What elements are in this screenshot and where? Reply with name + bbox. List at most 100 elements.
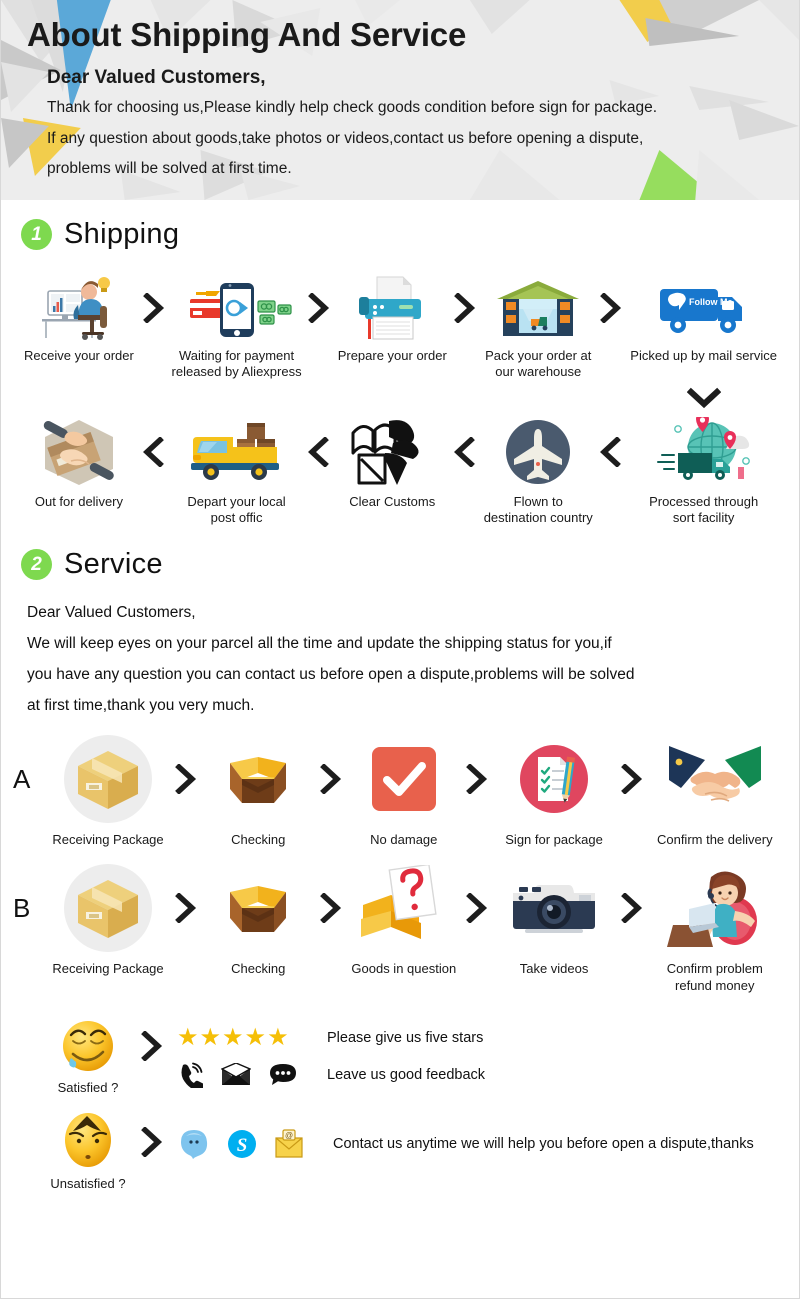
speech-bubble-icon[interactable] bbox=[269, 1063, 297, 1087]
flow-step-b-checking: Checking bbox=[197, 862, 321, 977]
messenger-icon[interactable] bbox=[177, 1127, 211, 1161]
yellow-truck-boxes-icon bbox=[187, 417, 287, 487]
flow-step-b-receiving-package: Receiving Package bbox=[42, 862, 175, 977]
flow-label: Confirm problem refund money bbox=[666, 961, 763, 993]
flow-step-a-receiving-package: Receiving Package bbox=[42, 733, 175, 848]
header-banner: About Shipping And Service Dear Valued C… bbox=[1, 0, 799, 200]
satisfied-label: Satisfied ? bbox=[57, 1079, 119, 1095]
chevron-right-icon bbox=[620, 862, 643, 954]
chevron-right-icon bbox=[454, 275, 476, 341]
open-box-icon bbox=[216, 733, 300, 825]
svg-text:S: S bbox=[237, 1135, 248, 1156]
chevron-right-icon bbox=[320, 862, 342, 954]
chevron-right-icon bbox=[465, 733, 488, 825]
service-flow-row-a: A Receiving Package Checking No damage S… bbox=[1, 733, 799, 848]
red-check-icon bbox=[369, 733, 439, 825]
chevron-right-icon bbox=[465, 862, 488, 954]
email-envelope-icon[interactable]: @ bbox=[273, 1129, 305, 1159]
mail-open-icon[interactable] bbox=[221, 1063, 251, 1087]
section-title-shipping: Shipping bbox=[64, 218, 180, 250]
chevron-right-icon bbox=[174, 733, 197, 825]
desk-computer-user-icon bbox=[34, 275, 124, 341]
chevron-down-wrap bbox=[1, 387, 799, 409]
section-head-shipping: 1 Shipping bbox=[1, 218, 799, 251]
chevron-left-icon bbox=[308, 417, 330, 487]
flow-step-flown-destination: Flown to destination country bbox=[476, 417, 600, 527]
flow-step-sort-facility: Processed through sort facility bbox=[622, 416, 785, 527]
chevron-right-icon bbox=[620, 733, 643, 825]
section-head-service: 2 Service bbox=[1, 548, 799, 581]
worried-emoji-icon bbox=[65, 1113, 111, 1167]
flow-label: Processed through sort facility bbox=[649, 493, 759, 525]
flow-label: Pack your order at our warehouse bbox=[485, 348, 592, 380]
service-paragraphs: Dear Valued Customers, We will keep eyes… bbox=[1, 597, 799, 721]
flow-step-pack-order: Pack your order at our warehouse bbox=[476, 275, 600, 381]
airplane-circle-icon bbox=[503, 417, 573, 487]
chevron-right-icon bbox=[141, 1127, 163, 1158]
service-para-2: you have any question you can contact us… bbox=[27, 666, 635, 683]
flow-step-clear-customs: Clear Customs bbox=[330, 417, 454, 510]
flow-label: Waiting for payment released by Aliexpre… bbox=[171, 348, 302, 380]
closed-box-icon bbox=[62, 862, 154, 954]
contact-icon-group bbox=[177, 1062, 303, 1089]
page-title: About Shipping And Service bbox=[27, 16, 467, 53]
flow-label: Picked up by mail service bbox=[630, 348, 777, 363]
phone-ring-icon[interactable] bbox=[177, 1062, 203, 1089]
shipping-flow-row-1: Receive your order Waiting for payment r… bbox=[1, 275, 799, 381]
chevron-right-icon bbox=[174, 862, 197, 954]
shipping-flow-row-2: Out for delivery Depart your local post … bbox=[1, 416, 799, 527]
flow-label: Checking bbox=[231, 832, 286, 847]
flow-step-b-goods-question: Goods in question bbox=[342, 862, 466, 977]
feedback-text: Leave us good feedback bbox=[327, 1067, 486, 1084]
row-letter-a-wrap: A bbox=[13, 733, 42, 825]
row-letter-b-wrap: B bbox=[13, 862, 42, 954]
flow-label: Out for delivery bbox=[34, 493, 124, 509]
svg-text:@: @ bbox=[285, 1131, 293, 1140]
flow-label: Take videos bbox=[519, 961, 589, 977]
flow-label: Prepare your order bbox=[337, 348, 447, 363]
five-stars-icon[interactable]: ★★★★★ bbox=[177, 1023, 303, 1052]
support-agent-icon bbox=[666, 862, 763, 954]
relieved-emoji-icon bbox=[63, 1020, 113, 1071]
flow-label: Receive your order bbox=[24, 348, 134, 363]
flow-step-a-confirm-delivery: Confirm the delivery bbox=[643, 733, 787, 848]
five-stars-text: Please give us five stars bbox=[327, 1029, 484, 1046]
flow-step-out-for-delivery: Out for delivery bbox=[15, 417, 143, 510]
flow-label: Sign for package bbox=[505, 832, 603, 847]
flow-step-waiting-payment: Waiting for payment released by Aliexpre… bbox=[165, 275, 308, 381]
service-salutation: Dear Valued Customers, bbox=[27, 604, 196, 621]
section-title-service: Service bbox=[64, 548, 163, 580]
service-para-1: We will keep eyes on your parcel all the… bbox=[27, 635, 612, 652]
feedback-unsatisfied-row: Unsatisfied ? S @ Contact us anytime we … bbox=[1, 1110, 799, 1192]
handshake-icon bbox=[665, 733, 765, 825]
svg-text:Follow Me: Follow Me bbox=[689, 297, 733, 307]
flow-step-a-checking: Checking bbox=[197, 733, 321, 848]
skype-icon[interactable]: S bbox=[227, 1129, 257, 1159]
flow-step-receive-order: Receive your order bbox=[15, 275, 143, 364]
flow-step-depart-post-office: Depart your local post offic bbox=[165, 417, 308, 527]
hands-package-icon bbox=[37, 417, 121, 487]
globe-truck-pins-icon bbox=[654, 416, 754, 487]
flow-step-b-confirm-refund: Confirm problem refund money bbox=[643, 862, 787, 994]
service-flow-row-b: B Receiving Package Checking Goods in qu… bbox=[1, 862, 799, 994]
mobile-payment-icon bbox=[182, 275, 292, 341]
unsatisfied-text: Contact us anytime we will help you befo… bbox=[333, 1136, 754, 1153]
chevron-right-icon bbox=[600, 275, 622, 341]
flow-label: Clear Customs bbox=[349, 493, 436, 509]
unsatisfied-actions: S @ Contact us anytime we will help you … bbox=[177, 1127, 754, 1161]
flow-label: Checking bbox=[231, 961, 286, 977]
printer-icon bbox=[355, 275, 429, 341]
question-box-icon bbox=[357, 862, 451, 954]
feedback-satisfied-row: Satisfied ? ★★★★★ Please give us five st… bbox=[1, 1014, 799, 1096]
delivery-truck-follow-me-icon: Follow Me bbox=[656, 275, 752, 341]
service-para-3: at first time,thank you very much. bbox=[27, 697, 255, 714]
flow-step-b-take-videos: Take videos bbox=[488, 862, 621, 977]
warehouse-icon bbox=[495, 275, 581, 341]
flow-label: Depart your local post offic bbox=[187, 493, 286, 525]
chevron-right-icon bbox=[308, 275, 330, 341]
signed-document-icon bbox=[516, 733, 592, 825]
flow-label: Goods in question bbox=[351, 961, 457, 977]
flow-step-prepare-order: Prepare your order bbox=[330, 275, 454, 364]
flow-label: Receiving Package bbox=[52, 832, 164, 847]
chevron-left-icon bbox=[142, 417, 165, 487]
